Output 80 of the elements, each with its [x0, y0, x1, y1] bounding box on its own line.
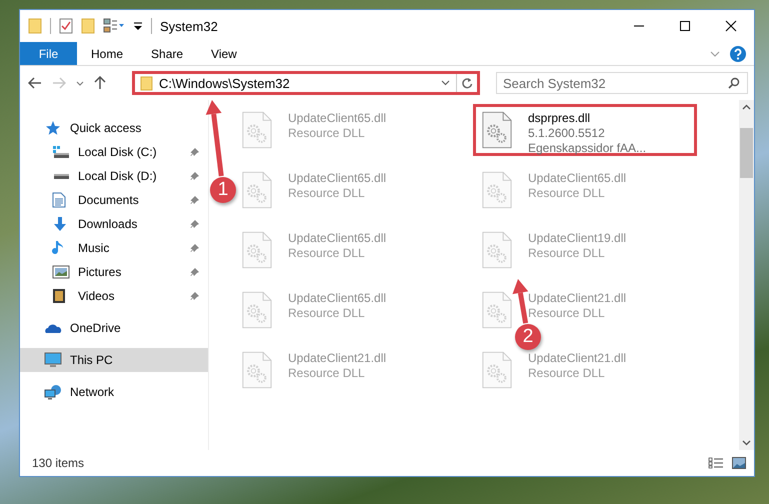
- pin-icon[interactable]: [190, 267, 200, 277]
- refresh-icon[interactable]: [461, 77, 473, 89]
- chevron-down-icon[interactable]: [441, 80, 450, 86]
- highlighted-file-item[interactable]: dsprpres.dll 5.1.2600.5512 Egenskapssidor fAA...: [473, 104, 697, 156]
- film-icon: [52, 288, 66, 304]
- help-icon[interactable]: [730, 46, 746, 62]
- sidebar-item[interactable]: Pictures: [20, 260, 208, 284]
- sidebar-item[interactable]: Network: [20, 380, 208, 404]
- pin-icon[interactable]: [190, 195, 200, 205]
- pin-icon[interactable]: [190, 291, 200, 301]
- file-detail: 5.1.2600.5512: [528, 126, 606, 141]
- search-icon: [728, 77, 740, 89]
- back-arrow-icon[interactable]: [28, 77, 42, 89]
- pin-icon[interactable]: [190, 147, 200, 157]
- gear-file-icon: [242, 111, 272, 149]
- pin-icon[interactable]: [190, 219, 200, 229]
- gear-file-icon: [242, 171, 272, 209]
- file-detail: Resource DLL: [288, 306, 366, 321]
- download-icon: [52, 216, 68, 232]
- sidebar-item[interactable]: This PC: [20, 348, 208, 372]
- gear-file-icon: [482, 231, 512, 269]
- ribbon-tab[interactable]: Share: [137, 42, 198, 65]
- file-detail: Resource DLL: [288, 366, 366, 381]
- cloud-icon: [44, 322, 62, 334]
- file-detail: Egenskapssidor fAA...: [528, 141, 646, 156]
- gear-file-icon: [482, 291, 512, 329]
- ribbon-tab[interactable]: Home: [77, 42, 138, 65]
- picture-icon: [52, 265, 70, 279]
- gear-file-icon: [482, 111, 512, 149]
- gear-file-icon: [242, 291, 272, 329]
- monitor-icon: [44, 352, 62, 368]
- item-count: 130 items: [32, 456, 84, 470]
- sidebar-item[interactable]: Downloads: [20, 212, 208, 236]
- file-detail: Resource DLL: [528, 366, 606, 381]
- annotation-arrow: [512, 279, 528, 324]
- window-title: System32: [160, 18, 219, 34]
- file-detail: Resource DLL: [528, 306, 606, 321]
- file-detail: Resource DLL: [288, 126, 366, 141]
- chevron-down-icon[interactable]: [742, 440, 751, 446]
- customize-toolbar-icon[interactable]: [133, 20, 143, 32]
- ribbon-tab[interactable]: View: [197, 42, 251, 65]
- pin-icon[interactable]: [190, 243, 200, 253]
- layout-icon[interactable]: [103, 18, 125, 34]
- new-folder-icon[interactable]: [81, 18, 95, 34]
- sidebar-item[interactable]: Local Disk (C:): [20, 140, 208, 164]
- address-path: C:\Windows\System32: [159, 76, 291, 90]
- gear-file-icon: [482, 171, 512, 209]
- large-icons-view-icon[interactable]: [732, 457, 746, 469]
- gear-file-icon: [242, 351, 272, 389]
- document-icon: [52, 192, 66, 208]
- properties-icon[interactable]: [59, 18, 73, 34]
- drive-icon: [52, 172, 70, 180]
- search-field[interactable]: Search System32: [496, 72, 748, 94]
- chevron-up-icon[interactable]: [742, 104, 751, 110]
- sidebar-item[interactable]: Videos: [20, 284, 208, 308]
- file-detail: Resource DLL: [288, 246, 366, 261]
- file-detail: Resource DLL: [288, 186, 366, 201]
- drive-win-icon: [52, 145, 70, 159]
- file-detail: Resource DLL: [528, 186, 606, 201]
- chevron-down-icon[interactable]: [76, 80, 84, 86]
- gear-file-icon: [482, 351, 512, 389]
- star-icon: [44, 120, 60, 136]
- network-icon: [44, 384, 62, 400]
- folder-icon[interactable]: [28, 18, 42, 34]
- scroll-thumb[interactable]: [740, 128, 753, 178]
- address-bar[interactable]: C:\Windows\System32: [132, 71, 480, 95]
- sidebar-item[interactable]: Documents: [20, 188, 208, 212]
- details-view-icon[interactable]: [708, 457, 724, 469]
- file-detail: Resource DLL: [528, 246, 606, 261]
- sidebar-item[interactable]: Music: [20, 236, 208, 260]
- file-menu-tab[interactable]: File: [20, 42, 77, 65]
- sidebar-item[interactable]: Quick access: [20, 116, 208, 140]
- folder-icon: [140, 76, 153, 90]
- sidebar-item[interactable]: Local Disk (D:): [20, 164, 208, 188]
- sidebar-item[interactable]: OneDrive: [20, 316, 208, 340]
- pin-icon[interactable]: [190, 171, 200, 181]
- file-name[interactable]: dsprpres.dll: [528, 111, 646, 126]
- gear-file-icon: [242, 231, 272, 269]
- scrollbar[interactable]: [739, 100, 754, 450]
- up-arrow-icon[interactable]: [94, 76, 106, 90]
